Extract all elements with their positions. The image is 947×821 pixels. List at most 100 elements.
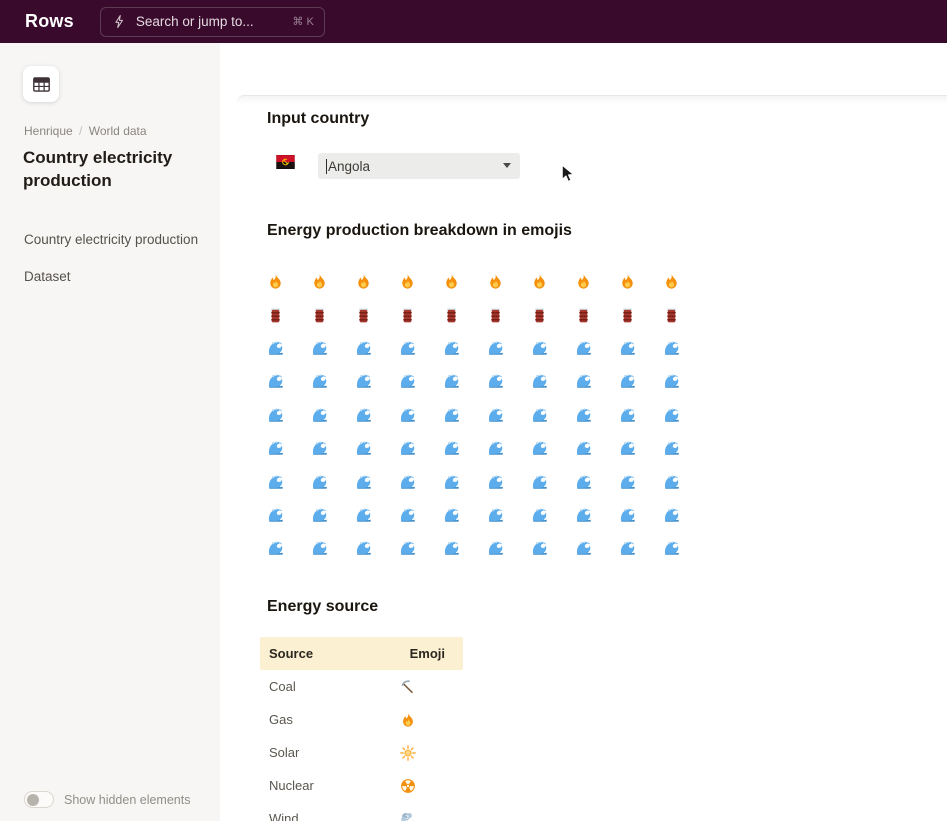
emoji-cell bbox=[443, 373, 487, 390]
sidebar-item-country-electricity-production[interactable]: Country electricity production bbox=[24, 230, 220, 250]
emoji-row bbox=[267, 465, 707, 498]
sidebar-footer: Show hidden elements bbox=[24, 791, 190, 808]
emoji-cell bbox=[355, 407, 399, 424]
water-wave-icon bbox=[531, 407, 548, 424]
oil-barrel-icon bbox=[443, 307, 460, 324]
water-wave-icon bbox=[267, 340, 284, 357]
emoji-cell bbox=[487, 407, 531, 424]
text-caret bbox=[326, 159, 327, 174]
fire-icon bbox=[619, 273, 636, 290]
oil-barrel-icon bbox=[487, 307, 504, 324]
emoji-cell bbox=[575, 507, 619, 524]
country-dropdown[interactable]: Angola bbox=[318, 153, 520, 179]
water-wave-icon bbox=[267, 540, 284, 557]
search-placeholder: Search or jump to... bbox=[136, 14, 254, 29]
emoji-cell bbox=[363, 679, 453, 695]
emoji-cell bbox=[267, 540, 311, 557]
emoji-cell bbox=[443, 340, 487, 357]
source-column-header: Source bbox=[260, 646, 363, 661]
water-wave-icon bbox=[487, 474, 504, 491]
water-wave-icon bbox=[575, 507, 592, 524]
pick-icon bbox=[400, 679, 416, 695]
emoji-cell bbox=[443, 307, 487, 324]
water-wave-icon bbox=[619, 507, 636, 524]
sidebar-item-dataset[interactable]: Dataset bbox=[24, 267, 220, 287]
emoji-cell bbox=[355, 507, 399, 524]
top-bar: Rows Search or jump to... ⌘ K bbox=[0, 0, 947, 43]
show-hidden-toggle[interactable] bbox=[24, 791, 54, 808]
fire-icon bbox=[311, 273, 328, 290]
spreadsheet-button[interactable] bbox=[23, 66, 59, 102]
emoji-cell bbox=[619, 340, 663, 357]
water-wave-icon bbox=[531, 340, 548, 357]
emoji-cell bbox=[311, 373, 355, 390]
emoji-cell bbox=[399, 307, 443, 324]
country-dropdown-value: Angola bbox=[328, 159, 370, 174]
emoji-column-header: Emoji bbox=[363, 646, 453, 661]
emoji-cell bbox=[363, 811, 453, 821]
source-cell: Gas bbox=[260, 712, 363, 727]
water-wave-icon bbox=[311, 440, 328, 457]
oil-barrel-icon bbox=[355, 307, 372, 324]
canvas-top-edge bbox=[237, 95, 947, 107]
emoji-cell bbox=[355, 474, 399, 491]
water-wave-icon bbox=[311, 407, 328, 424]
emoji-cell bbox=[663, 273, 707, 290]
emoji-cell bbox=[399, 540, 443, 557]
emoji-cell bbox=[663, 474, 707, 491]
water-wave-icon bbox=[663, 340, 680, 357]
water-wave-icon bbox=[399, 373, 416, 390]
oil-barrel-icon bbox=[399, 307, 416, 324]
emoji-cell bbox=[663, 307, 707, 324]
emoji-cell bbox=[399, 440, 443, 457]
emoji-cell bbox=[487, 474, 531, 491]
emoji-cell bbox=[311, 540, 355, 557]
emoji-cell bbox=[267, 474, 311, 491]
water-wave-icon bbox=[443, 474, 460, 491]
source-cell: Nuclear bbox=[260, 778, 363, 793]
water-wave-icon bbox=[619, 373, 636, 390]
emoji-row bbox=[267, 532, 707, 565]
mouse-cursor bbox=[557, 163, 578, 184]
emoji-cell bbox=[531, 507, 575, 524]
water-wave-icon bbox=[531, 440, 548, 457]
table-icon bbox=[31, 74, 52, 95]
water-wave-icon bbox=[311, 373, 328, 390]
search-input[interactable]: Search or jump to... ⌘ K bbox=[100, 7, 325, 37]
emoji-cell bbox=[487, 340, 531, 357]
emoji-cell bbox=[575, 273, 619, 290]
oil-barrel-icon bbox=[619, 307, 636, 324]
water-wave-icon bbox=[399, 340, 416, 357]
emoji-cell bbox=[663, 407, 707, 424]
breadcrumb-owner[interactable]: Henrique bbox=[24, 124, 73, 138]
water-wave-icon bbox=[663, 373, 680, 390]
energy-source-heading: Energy source bbox=[267, 598, 378, 616]
breadcrumb-folder[interactable]: World data bbox=[89, 124, 147, 138]
emoji-cell bbox=[619, 273, 663, 290]
emoji-cell bbox=[619, 440, 663, 457]
emoji-cell bbox=[443, 540, 487, 557]
emoji-cell bbox=[267, 440, 311, 457]
fire-icon bbox=[399, 273, 416, 290]
emoji-cell bbox=[355, 540, 399, 557]
emoji-cell bbox=[443, 440, 487, 457]
emoji-row bbox=[267, 365, 707, 398]
water-wave-icon bbox=[355, 474, 372, 491]
emoji-cell bbox=[575, 340, 619, 357]
emoji-cell bbox=[531, 307, 575, 324]
water-wave-icon bbox=[619, 474, 636, 491]
emoji-row bbox=[267, 265, 707, 298]
lightning-bolt-icon bbox=[112, 14, 127, 29]
water-wave-icon bbox=[399, 440, 416, 457]
chevron-down-icon[interactable] bbox=[503, 163, 511, 168]
water-wave-icon bbox=[267, 507, 284, 524]
emoji-row bbox=[267, 298, 707, 331]
source-cell: Solar bbox=[260, 745, 363, 760]
rows-logo[interactable]: Rows bbox=[25, 11, 74, 32]
emoji-cell bbox=[443, 407, 487, 424]
emoji-cell bbox=[487, 440, 531, 457]
breadcrumb[interactable]: Henrique / World data bbox=[24, 124, 147, 138]
fire-icon bbox=[400, 712, 416, 728]
emoji-cell bbox=[575, 540, 619, 557]
water-wave-icon bbox=[443, 540, 460, 557]
